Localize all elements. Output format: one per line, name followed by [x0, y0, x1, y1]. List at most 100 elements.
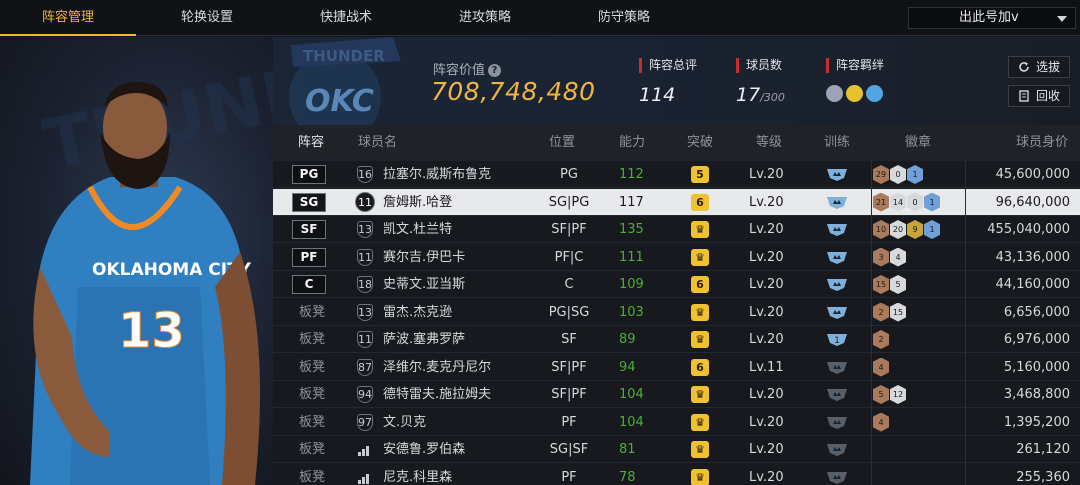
select-button[interactable]: 选拔	[1008, 56, 1070, 78]
col-training[interactable]: 训练	[824, 125, 850, 161]
training-icon[interactable]	[826, 222, 848, 237]
select-button-label: 选拔	[1036, 60, 1061, 74]
training-icon[interactable]	[826, 277, 848, 292]
training-icon[interactable]	[826, 305, 848, 320]
col-name[interactable]: 球员名	[358, 125, 397, 161]
training-icon[interactable]	[826, 250, 848, 265]
bench-label: 板凳	[299, 469, 326, 485]
badge-medal[interactable]: 29	[873, 165, 889, 184]
bench-label: 板凳	[299, 304, 326, 320]
badge-medal[interactable]: 5	[873, 385, 889, 404]
badge-list: 34	[873, 247, 906, 267]
player-count: 17	[736, 84, 761, 106]
player-ability: 111	[619, 249, 644, 265]
training-icon[interactable]	[826, 387, 848, 402]
tab-rotation[interactable]: 轮换设置	[139, 0, 275, 36]
badge-medal[interactable]: 12	[890, 385, 906, 404]
col-badges[interactable]: 徽章	[905, 125, 931, 161]
table-row[interactable]: PG 16 拉塞尔.威斯布鲁克 PG 112 5 Lv.20 29 0 1 45,600,000	[273, 161, 1080, 188]
badge-medal[interactable]: 15	[890, 302, 906, 322]
bond-icon-2[interactable]	[846, 85, 863, 102]
badge-medal[interactable]: 15	[873, 275, 889, 294]
tab-offense[interactable]: 进攻策略	[417, 0, 553, 36]
help-icon[interactable]: ?	[488, 64, 502, 77]
player-name: 萨波.塞弗罗萨	[383, 332, 466, 347]
col-ability[interactable]: 能力	[619, 125, 645, 161]
bond-icon-3[interactable]	[866, 85, 883, 102]
col-level[interactable]: 等级	[756, 125, 782, 161]
bond-icon-1[interactable]	[826, 85, 843, 102]
col-position[interactable]: 位置	[549, 125, 575, 161]
training-icon[interactable]	[826, 195, 848, 210]
badge-medal[interactable]: 1	[924, 192, 940, 212]
col-player-value[interactable]: 球员身价	[1016, 125, 1068, 161]
jersey-number: 16	[357, 166, 373, 183]
table-row[interactable]: 板凳 尼克.科里森 PF 78 ♛ Lv.20 255,360	[273, 464, 1080, 485]
bonds-stat: 阵容羁绊	[826, 58, 884, 102]
badge-medal[interactable]: 4	[873, 412, 889, 432]
training-icon[interactable]	[826, 470, 848, 485]
bench-label: 板凳	[299, 442, 326, 457]
player-level: Lv.20	[749, 414, 784, 430]
badge-medal[interactable]: 0	[907, 192, 923, 212]
player-ability: 78	[619, 469, 636, 485]
col-breakthrough[interactable]: 突破	[687, 125, 713, 161]
training-icon[interactable]	[826, 415, 848, 430]
badge-medal[interactable]: 21	[873, 192, 889, 212]
table-row[interactable]: 板凳 97 文.贝克 PF 104 ♛ Lv.20 4 1,395,200	[273, 409, 1080, 436]
badge-medal[interactable]: 14	[890, 192, 906, 212]
badge-list: 2 15	[873, 302, 906, 322]
recycle-button[interactable]: 回收	[1008, 85, 1070, 107]
badge-medal[interactable]: 4	[873, 357, 889, 377]
account-dropdown[interactable]: 出此号加v	[908, 7, 1076, 29]
badge-medal[interactable]: 10	[873, 220, 889, 239]
badge-medal[interactable]: 3	[873, 247, 889, 267]
tab-defense[interactable]: 防守策略	[556, 0, 692, 36]
crown-icon: ♛	[691, 468, 709, 485]
badge-medal[interactable]: 20	[890, 220, 906, 239]
badge-medal[interactable]: 2	[873, 330, 889, 349]
col-slot[interactable]: 阵容	[298, 125, 324, 161]
logo-banner: THUNDER	[303, 47, 385, 65]
player-count-label: 球员数	[736, 58, 785, 73]
tab-lineup[interactable]: 阵容管理	[0, 0, 136, 36]
badge-medal[interactable]: 5	[890, 275, 906, 294]
player-ability: 89	[619, 332, 636, 347]
table-row[interactable]: C 18 史蒂文.亚当斯 C 109 6 Lv.20 15 5 44,160,000	[273, 271, 1080, 298]
training-icon[interactable]	[826, 167, 848, 182]
player-value: 6,656,000	[1003, 304, 1070, 320]
training-icon[interactable]	[826, 442, 848, 457]
badge-list: 21 14 0 1	[873, 192, 940, 212]
badge-medal[interactable]: 4	[890, 247, 906, 267]
badge-medal[interactable]: 1	[907, 165, 923, 184]
table-row[interactable]: SF 13 凯文.杜兰特 SF|PF 135 ♛ Lv.20 10 20 9 1 455,040,00…	[273, 216, 1080, 243]
jersey-number: 87	[357, 358, 373, 376]
bench-label: 板凳	[299, 332, 326, 347]
table-row[interactable]: 板凳 87 泽维尔.麦克丹尼尔 SF|PF 94 6 Lv.11 4 5,160,000	[273, 354, 1080, 381]
training-icon[interactable]: 1	[826, 332, 848, 347]
bench-label: 板凳	[299, 359, 326, 375]
badge-medal[interactable]: 0	[890, 165, 906, 184]
table-header: 阵容 球员名 位置 能力 突破 等级 训练 徽章 球员身价	[273, 125, 1080, 161]
table-row[interactable]: 板凳 安德鲁.罗伯森 SG|SF 81 ♛ Lv.20 261,120	[273, 436, 1080, 463]
bond-icons[interactable]	[826, 85, 884, 102]
table-row[interactable]: 板凳 94 德特雷夫.施拉姆夫 SF|PF 104 ♛ Lv.20 5 12 3,468,800	[273, 381, 1080, 408]
training-icon[interactable]	[826, 360, 848, 375]
table-row[interactable]: PF 11 赛尔吉.伊巴卡 PF|C 111 ♛ Lv.20 3 4 43,136,000	[273, 244, 1080, 271]
table-row[interactable]: 板凳 11 萨波.塞弗罗萨 SF 89 ♛ Lv.20 1 2 6,976,000	[273, 326, 1080, 353]
player-level: Lv.20	[749, 332, 784, 347]
top-nav: 阵容管理 轮换设置 快捷战术 进攻策略 防守策略 出此号加v	[0, 0, 1080, 36]
player-ability: 112	[619, 167, 644, 182]
player-level: Lv.20	[749, 304, 784, 320]
lineup-value-label-text: 阵容价值	[433, 63, 486, 78]
player-name: 凯文.杜兰特	[383, 222, 453, 237]
team-summary: THUNDER OKC 阵容价值? 708,748,480 阵容总评 114 球…	[273, 37, 1080, 125]
badge-medal[interactable]: 2	[873, 302, 889, 322]
table-row[interactable]: SG 11 詹姆斯.哈登 SG|PG 117 6 Lv.20 21 14 0 1 96,640,000	[273, 188, 1080, 216]
tab-quick-tactics[interactable]: 快捷战术	[278, 0, 414, 36]
breakthrough-badge: 6	[691, 276, 709, 293]
badge-medal[interactable]: 1	[924, 220, 940, 239]
table-row[interactable]: 板凳 13 雷杰.杰克逊 PG|SG 103 ♛ Lv.20 2 15 6,656,000	[273, 299, 1080, 326]
bonds-label: 阵容羁绊	[826, 58, 884, 73]
badge-medal[interactable]: 9	[907, 220, 923, 239]
